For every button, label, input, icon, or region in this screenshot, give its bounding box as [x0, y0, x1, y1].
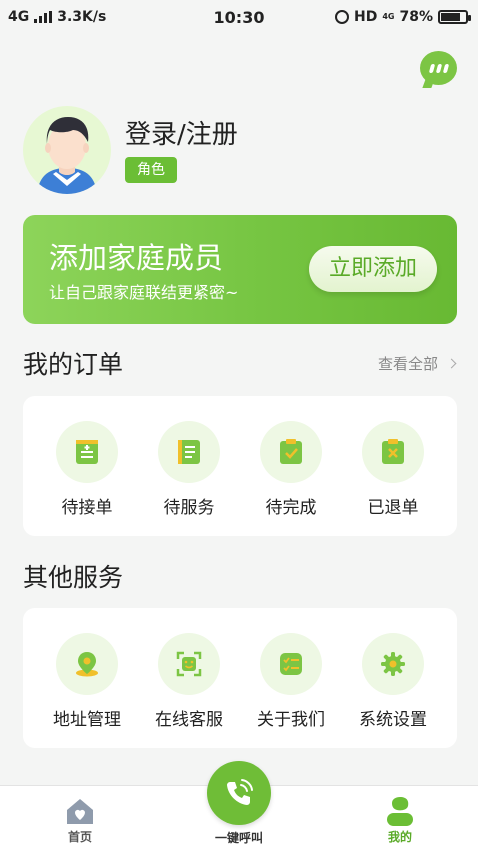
order-item-label: 待接单 — [61, 498, 113, 518]
profile-icon — [387, 797, 413, 826]
order-item-label: 待完成 — [265, 498, 317, 518]
service-item-label: 在线客服 — [155, 710, 223, 730]
orders-card: 待接单 待服务 待完成 已退单 — [23, 396, 457, 536]
nav-home-label: 首页 — [67, 830, 92, 844]
alarm-icon — [335, 10, 349, 24]
chevron-right-icon — [446, 358, 457, 369]
settings-gear-icon — [362, 633, 424, 695]
add-now-button[interactable]: 立即添加 — [309, 246, 437, 292]
order-item-label: 待服务 — [163, 498, 215, 518]
nav-mine-label: 我的 — [387, 830, 412, 844]
hd-indicator: HD — [354, 9, 378, 25]
location-pin-icon — [56, 633, 118, 695]
service-item-settings[interactable]: 系统设置 — [342, 633, 444, 730]
order-item-complete[interactable]: 待完成 — [240, 421, 342, 518]
service-item-about[interactable]: 关于我们 — [240, 633, 342, 730]
service-item-support[interactable]: 在线客服 — [138, 633, 240, 730]
service-item-label: 地址管理 — [53, 710, 121, 730]
banner-title: 添加家庭成员 — [49, 241, 224, 275]
order-item-service[interactable]: 待服务 — [138, 421, 240, 518]
service-item-label: 关于我们 — [257, 710, 325, 730]
message-icon[interactable] — [420, 51, 457, 85]
battery-percent: 78% — [399, 9, 433, 25]
network-speed: 3.3K/s — [57, 9, 107, 25]
network-type: 4G — [8, 9, 30, 25]
user-avatar-icon — [37, 117, 97, 194]
status-right: HD 4G 78% — [335, 9, 471, 25]
battery-icon — [438, 10, 471, 24]
about-us-icon — [260, 633, 322, 695]
add-family-banner[interactable]: 添加家庭成员 让自己跟家庭联结更紧密~ 立即添加 — [23, 215, 457, 324]
services-section-title: 其他服务 — [23, 563, 124, 592]
order-item-label: 已退单 — [367, 498, 419, 518]
role-badge: 角色 — [125, 157, 177, 183]
order-item-refunded[interactable]: 已退单 — [342, 421, 444, 518]
login-register-link[interactable]: 登录/注册 — [125, 114, 238, 151]
orders-section-title: 我的订单 — [23, 350, 124, 379]
refunded-order-icon — [362, 421, 424, 483]
view-all-orders-link[interactable]: 查看全部 — [378, 353, 457, 374]
services-card: 地址管理 在线客服 关于我们 系统设置 — [23, 608, 457, 748]
one-key-call-button[interactable] — [207, 761, 271, 825]
nav-mine[interactable]: 我的 — [378, 794, 422, 845]
order-item-pending[interactable]: 待接单 — [36, 421, 138, 518]
pending-order-icon — [56, 421, 118, 483]
service-item-address[interactable]: 地址管理 — [36, 633, 138, 730]
customer-service-icon — [158, 633, 220, 695]
phone-call-icon — [227, 779, 253, 805]
status-bar: 4G 3.3K/s 10:30 HD 4G 78% — [0, 0, 478, 34]
view-all-label: 查看全部 — [378, 355, 439, 373]
service-item-label: 系统设置 — [359, 710, 427, 730]
pending-service-icon — [158, 421, 220, 483]
home-icon — [67, 799, 93, 824]
nav-call-label[interactable]: 一键呼叫 — [199, 829, 279, 846]
nav-home[interactable]: 首页 — [58, 794, 102, 845]
signal-icon — [34, 11, 53, 23]
network-type-right: 4G — [382, 12, 395, 21]
banner-subtitle: 让自己跟家庭联结更紧密~ — [49, 283, 239, 302]
pending-complete-icon — [260, 421, 322, 483]
avatar[interactable] — [23, 106, 111, 194]
status-left: 4G 3.3K/s — [8, 9, 106, 25]
